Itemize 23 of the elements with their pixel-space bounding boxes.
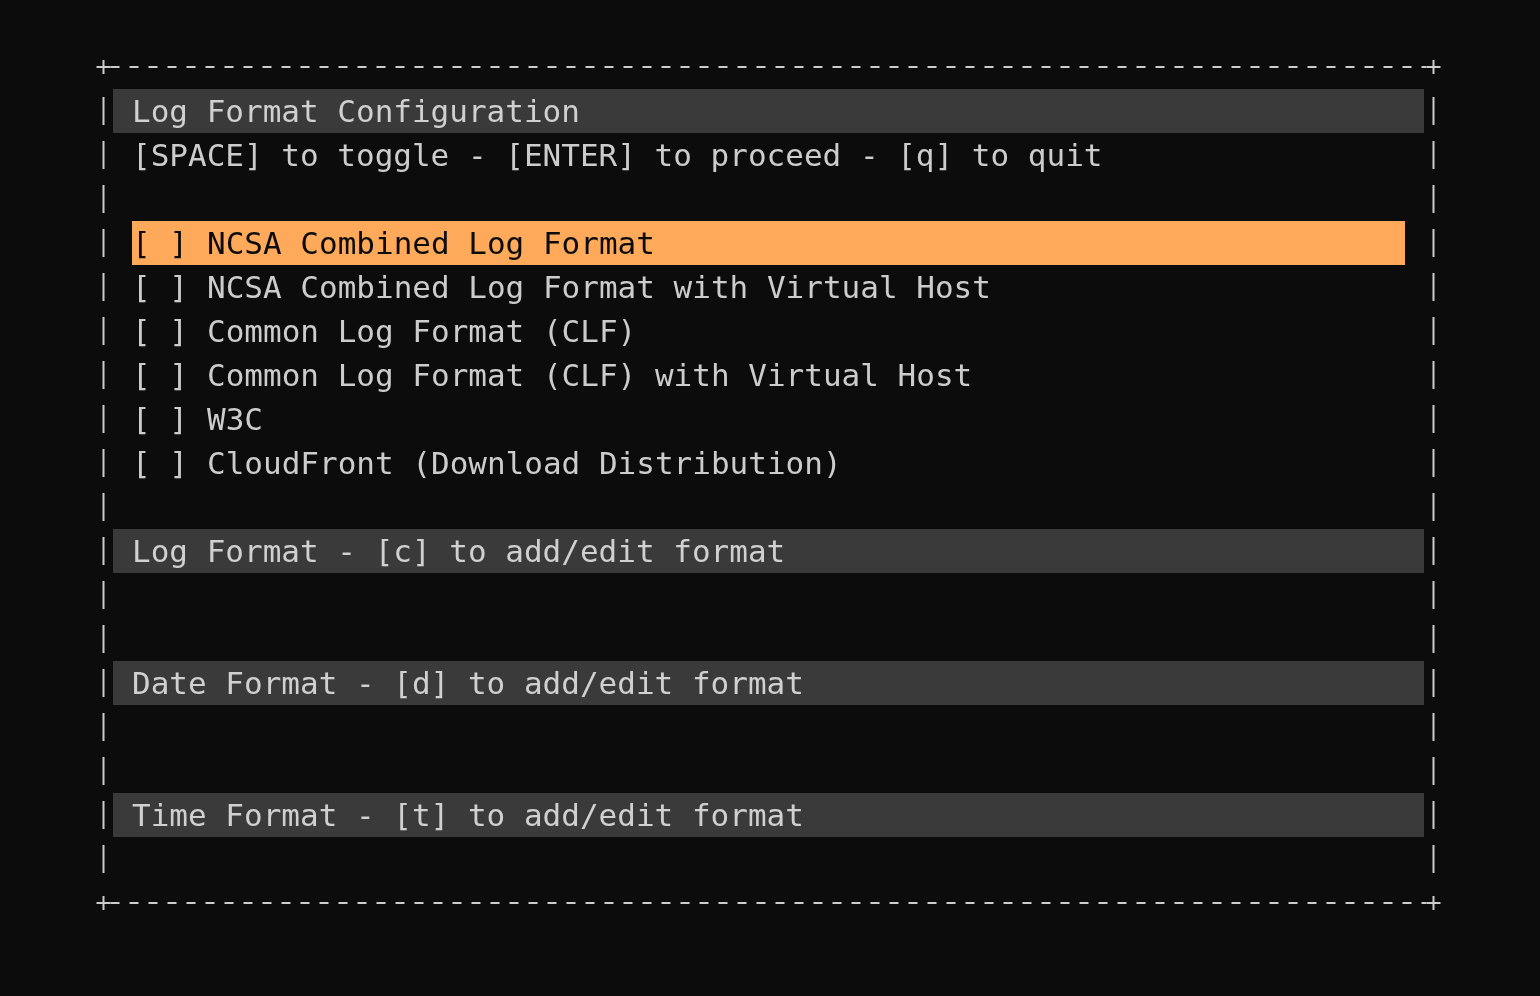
checkbox[interactable]: [ ] xyxy=(132,309,188,353)
checkbox[interactable]: [ ] xyxy=(132,441,188,485)
section-header: Date Format - [d] to add/edit format xyxy=(113,661,1424,705)
section-header: Log Format - [c] to add/edit format xyxy=(113,529,1424,573)
option-item[interactable]: [ ] W3C xyxy=(132,397,1405,441)
section-header: Time Format - [t] to add/edit format xyxy=(113,793,1424,837)
option-label: NCSA Combined Log Format with Virtual Host xyxy=(207,268,991,307)
option-item[interactable]: [ ] Common Log Format (CLF) with Virtual Host xyxy=(132,353,1405,397)
option-label: W3C xyxy=(207,400,263,439)
option-item[interactable]: [ ] CloudFront (Download Distribution) xyxy=(132,441,1405,485)
key-hint: [SPACE] to toggle - [ENTER] to proceed - [q] to quit xyxy=(131,136,1103,175)
option-label: Common Log Format (CLF) with Virtual Host xyxy=(207,356,973,395)
option-item[interactable]: [ ] NCSA Combined Log Format with Virtual Host xyxy=(132,265,1405,309)
option-label: Common Log Format (CLF) xyxy=(207,312,637,351)
checkbox[interactable]: [ ] xyxy=(132,397,188,441)
checkbox[interactable]: [ ] xyxy=(132,265,188,309)
option-label: CloudFront (Download Distribution) xyxy=(207,444,842,483)
checkbox[interactable]: [ ] xyxy=(132,353,188,397)
checkbox[interactable]: [ ] xyxy=(132,221,188,265)
option-item[interactable]: [ ] Common Log Format (CLF) xyxy=(132,309,1405,353)
option-item[interactable]: [ ] NCSA Combined Log Format xyxy=(132,221,1405,265)
section-header: Log Format Configuration xyxy=(113,89,1424,133)
option-label: NCSA Combined Log Format xyxy=(207,224,655,263)
